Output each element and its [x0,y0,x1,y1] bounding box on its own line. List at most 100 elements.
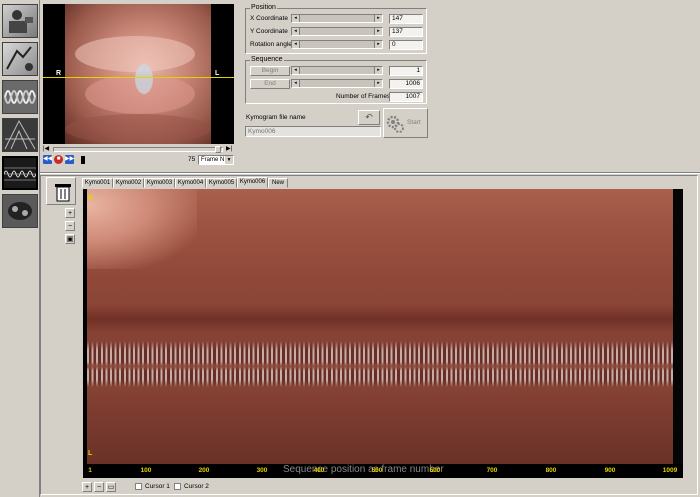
rotation-angle-value[interactable]: 0 [389,40,423,50]
module-waveform-icon[interactable] [2,80,38,114]
frame-mode-value: Frame N [201,157,225,163]
y-coordinate-value[interactable]: 137 [389,27,423,37]
kymogram-file-input[interactable]: Kymo006 [245,126,381,137]
module-patient-icon[interactable] [2,4,38,38]
kymogram-file-label: Kymogram file name [246,114,306,121]
forward-icon[interactable]: ▶▶ [65,155,74,164]
frame-axis: Sequence position as frame number 1 100 … [83,464,683,478]
module-kymogram-icon[interactable] [2,156,38,190]
axis-tick: 100 [140,467,152,474]
start-button[interactable]: Start [383,108,428,138]
module-mesh-icon[interactable] [2,118,38,152]
stop-icon[interactable]: ■ [54,155,63,164]
video-left-label: R [56,70,62,77]
slider-left-arrow-icon[interactable]: ◂ [292,15,300,22]
slider-left-arrow-icon[interactable]: ◂ [292,41,300,48]
x-coordinate-label: X Coordinate [250,15,288,22]
end-button[interactable]: End [250,79,290,89]
playback-bar: ◀◀ ■ ▶▶ 75 Frame N ▼ [43,155,236,165]
delete-kymogram-button[interactable] [46,177,76,205]
kymogram-highlight [87,189,197,269]
tab-kymo004[interactable]: Kymo004 [175,178,206,188]
frame-mode-select[interactable]: Frame N ▼ [198,155,234,165]
cursor-bar: + − ▭ Cursor 1 Cursor 2 [82,482,382,494]
end-value[interactable]: 1006 [389,79,423,89]
tab-kymo003[interactable]: Kymo003 [144,178,175,188]
cursor2-checkbox[interactable] [174,483,181,490]
zoom-out-icon[interactable]: − [65,221,75,231]
frame-slider-track[interactable] [53,147,223,152]
first-frame-icon[interactable]: |◀ [43,146,49,153]
module-sidebar [0,0,40,497]
gears-icon [386,115,404,133]
axis-tick: 700 [486,467,498,474]
rotation-angle-slider[interactable]: ◂ ▸ [291,40,383,49]
last-frame-icon[interactable]: ▶| [226,146,232,153]
tab-kymo005[interactable]: Kymo005 [206,178,237,188]
frame-marker-icon [81,156,85,164]
kymogram-oscillation [87,341,673,387]
tab-kymo001[interactable]: Kymo001 [82,178,113,188]
video-right-label: L [215,70,220,77]
begin-value[interactable]: 1 [389,66,423,76]
axis-tick: 300 [256,467,268,474]
trash-icon [55,184,71,202]
kymogram-tabs: Kymo001 Kymo002 Kymo003 Kymo004 Kymo005 … [82,177,682,188]
end-slider[interactable]: ◂ ▸ [291,79,383,88]
begin-button[interactable]: Begin [250,66,290,76]
frame-number: 75 [188,156,196,163]
begin-slider[interactable]: ◂ ▸ [291,66,383,75]
slider-right-arrow-icon[interactable]: ▸ [374,41,382,48]
axis-tick: 800 [545,467,557,474]
undo-button[interactable]: ↶ [358,110,380,125]
slider-right-arrow-icon[interactable]: ▸ [374,15,382,22]
axis-tick: 1009 [662,467,678,474]
position-group-title: Position [250,4,277,11]
number-of-frames-value: 1007 [389,92,423,102]
start-label: Start [407,119,421,126]
slider-left-arrow-icon[interactable]: ◂ [292,80,300,87]
module-endoscope-icon[interactable] [2,42,38,76]
zoom-in-icon[interactable]: + [82,482,92,492]
cursor1-checkbox[interactable] [135,483,142,490]
rotation-angle-label: Rotation angle [250,41,292,48]
slider-left-arrow-icon[interactable]: ◂ [292,67,300,74]
zoom-in-icon[interactable]: + [65,208,75,218]
laryngoscopy-image [65,4,211,144]
video-view[interactable]: R L [43,4,234,144]
slider-left-arrow-icon[interactable]: ◂ [292,28,300,35]
tab-kymo006[interactable]: Kymo006 [237,177,268,188]
kymogram-view[interactable]: R L [83,189,683,464]
axis-title: Sequence position as frame number [283,464,444,475]
panel-divider [40,172,700,174]
sequence-group-title: Sequence [250,56,284,63]
slider-right-arrow-icon[interactable]: ▸ [374,80,382,87]
x-coordinate-slider[interactable]: ◂ ▸ [291,14,383,23]
axis-tick: 1 [88,467,92,474]
axis-tick: 400 [313,467,325,474]
module-3d-icon[interactable] [2,194,38,228]
zoom-out-icon[interactable]: − [94,482,104,492]
cursor1-label: Cursor 1 [145,483,170,490]
x-coordinate-value[interactable]: 147 [389,14,423,24]
axis-tick: 200 [198,467,210,474]
y-coordinate-slider[interactable]: ◂ ▸ [291,27,383,36]
tab-kymo002[interactable]: Kymo002 [113,178,144,188]
chevron-down-icon[interactable]: ▼ [225,156,233,164]
y-coordinate-label: Y Coordinate [250,28,288,35]
kymogram-top-label: R [88,195,94,202]
slider-right-arrow-icon[interactable]: ▸ [374,28,382,35]
axis-tick: 500 [371,467,383,474]
rewind-icon[interactable]: ◀◀ [43,155,52,164]
kymogram-bottom-label: L [88,450,93,457]
frame-slider[interactable]: |◀ ▶| [43,146,234,154]
cursor2-label: Cursor 2 [184,483,209,490]
frame-slider-thumb[interactable] [215,146,221,153]
slider-right-arrow-icon[interactable]: ▸ [374,67,382,74]
fit-view-icon[interactable]: ▣ [65,234,75,244]
fit-width-icon[interactable]: ▭ [106,482,116,492]
number-of-frames-label: Number of Frames: [336,93,392,100]
kymogram-scan-line[interactable] [43,77,234,78]
tab-new[interactable]: New [268,178,288,188]
kymogram-dark-band [87,304,673,334]
